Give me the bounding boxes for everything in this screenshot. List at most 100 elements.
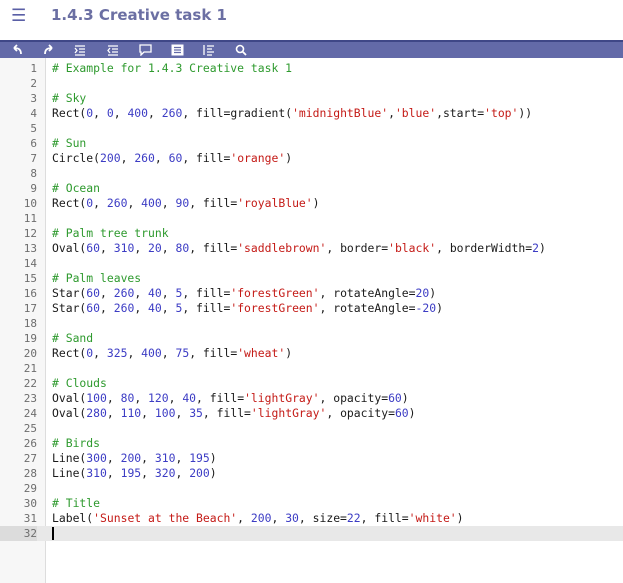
indent-icon[interactable]: [71, 42, 89, 58]
code-text[interactable]: # Clouds: [52, 376, 107, 391]
code-token: 310: [113, 241, 135, 255]
code-token: ,: [141, 406, 155, 420]
code-text[interactable]: # Title: [52, 496, 100, 511]
format-icon[interactable]: [168, 42, 186, 58]
code-token: ,: [113, 106, 128, 120]
code-text[interactable]: # Sun: [52, 136, 86, 151]
code-token: ,: [388, 106, 395, 120]
code-text[interactable]: # Palm leaves: [52, 271, 141, 286]
code-line[interactable]: 4 Rect(0, 0, 400, 260, fill=gradient('mid…: [0, 106, 623, 121]
code-token: 'white': [408, 511, 457, 525]
hamburger-menu-icon[interactable]: ☰: [11, 8, 26, 25]
code-token: ,: [100, 301, 114, 315]
code-line[interactable]: 14: [0, 256, 623, 271]
text-cursor: [52, 527, 54, 540]
code-token: 60: [86, 286, 101, 300]
code-token: ,: [175, 466, 190, 480]
code-text[interactable]: Oval(280, 110, 100, 35, fill='lightGray'…: [52, 406, 416, 421]
code-line[interactable]: 5: [0, 121, 623, 136]
code-line[interactable]: 13 Oval(60, 310, 20, 80, fill='saddlebrow…: [0, 241, 623, 256]
code-line[interactable]: 30 # Title: [0, 496, 623, 511]
code-token: -20: [415, 301, 437, 315]
code-line[interactable]: 10 Rect(0, 260, 400, 90, fill='royalBlue'…: [0, 196, 623, 211]
code-line[interactable]: 27 Line(300, 200, 310, 195): [0, 451, 623, 466]
code-token: ,: [168, 391, 183, 405]
code-text[interactable]: Circle(200, 260, 60, fill='orange'): [52, 151, 292, 166]
fold-icon[interactable]: [200, 42, 218, 58]
code-line[interactable]: 12 # Palm tree trunk: [0, 226, 623, 241]
search-icon[interactable]: [232, 42, 250, 58]
code-text[interactable]: Oval(60, 310, 20, 80, fill='saddlebrown'…: [52, 241, 546, 256]
code-token: 90: [175, 196, 190, 210]
code-token: 100: [154, 406, 176, 420]
code-line[interactable]: 17 Star(60, 260, 40, 5, fill='forestGreen…: [0, 301, 623, 316]
code-text[interactable]: Star(60, 260, 40, 5, fill='forestGreen',…: [52, 286, 436, 301]
code-token: ,: [237, 511, 251, 525]
code-text[interactable]: # Ocean: [52, 181, 100, 196]
code-line[interactable]: 8: [0, 166, 623, 181]
code-line[interactable]: 31 Label('Sunset at the Beach', 200, 30, …: [0, 511, 623, 526]
code-token: 60: [86, 301, 101, 315]
outdent-icon[interactable]: [104, 42, 122, 58]
code-line[interactable]: 9 # Ocean: [0, 181, 623, 196]
code-token: ,: [93, 196, 107, 210]
code-line[interactable]: 6 # Sun: [0, 136, 623, 151]
code-line[interactable]: 23 Oval(100, 80, 120, 40, fill='lightGray…: [0, 391, 623, 406]
code-line[interactable]: 22 # Clouds: [0, 376, 623, 391]
code-line[interactable]: 2: [0, 76, 623, 91]
code-line[interactable]: 24 Oval(280, 110, 100, 35, fill='lightGra…: [0, 406, 623, 421]
code-line[interactable]: 1 # Example for 1.4.3 Creative task 1: [0, 61, 623, 76]
code-line[interactable]: 28 Line(310, 195, 320, 200): [0, 466, 623, 481]
code-token: 310: [154, 451, 176, 465]
code-line[interactable]: 3 # Sky: [0, 91, 623, 106]
code-token: ,: [271, 511, 286, 525]
line-number: 22: [23, 377, 37, 390]
code-text[interactable]: # Sand: [52, 331, 93, 346]
code-text[interactable]: Line(310, 195, 320, 200): [52, 466, 217, 481]
code-line[interactable]: 11: [0, 211, 623, 226]
code-text[interactable]: # Birds: [52, 436, 100, 451]
code-editor[interactable]: 1 # Example for 1.4.3 Creative task 1 2 3 # …: [0, 58, 623, 583]
code-text[interactable]: Oval(100, 80, 120, 40, fill='lightGray',…: [52, 391, 409, 406]
code-text[interactable]: # Example for 1.4.3 Creative task 1: [52, 61, 292, 76]
code-text[interactable]: Star(60, 260, 40, 5, fill='forestGreen',…: [52, 301, 443, 316]
code-text[interactable]: Label('Sunset at the Beach', 200, 30, si…: [52, 511, 464, 526]
code-text[interactable]: # Palm tree trunk: [52, 226, 169, 241]
code-text[interactable]: Rect(0, 260, 400, 90, fill='royalBlue'): [52, 196, 320, 211]
code-token: # Palm tree trunk: [52, 226, 169, 240]
code-token: 60: [388, 391, 402, 405]
code-text[interactable]: Line(300, 200, 310, 195): [52, 451, 217, 466]
line-number: 13: [23, 242, 37, 255]
code-line[interactable]: 29: [0, 481, 623, 496]
code-text[interactable]: [52, 526, 54, 541]
code-text[interactable]: # Sky: [52, 91, 86, 106]
code-token: 310: [86, 466, 107, 480]
code-line[interactable]: 18: [0, 316, 623, 331]
code-token: 'lightGray': [250, 406, 327, 420]
line-number: 18: [23, 317, 37, 330]
code-line[interactable]: 32: [0, 526, 623, 541]
code-line[interactable]: 7 Circle(200, 260, 60, fill='orange'): [0, 151, 623, 166]
code-line[interactable]: 20 Rect(0, 325, 400, 75, fill='wheat'): [0, 346, 623, 361]
code-token: , fill=gradient(: [182, 106, 293, 120]
redo-icon[interactable]: [40, 42, 58, 58]
code-token: ,: [93, 106, 107, 120]
code-token: 'lightGray': [244, 391, 320, 405]
code-line[interactable]: 21: [0, 361, 623, 376]
code-line[interactable]: 25: [0, 421, 623, 436]
code-line[interactable]: 16 Star(60, 260, 40, 5, fill='forestGreen…: [0, 286, 623, 301]
code-line[interactable]: 26 # Birds: [0, 436, 623, 451]
comment-icon[interactable]: [136, 42, 154, 58]
code-token: 195: [189, 451, 210, 465]
code-token: , fill=: [360, 511, 409, 525]
code-token: , fill=: [189, 241, 238, 255]
code-line[interactable]: 15 # Palm leaves: [0, 271, 623, 286]
code-lines[interactable]: 1 # Example for 1.4.3 Creative task 1 2 3 # …: [0, 61, 623, 541]
undo-icon[interactable]: [8, 42, 26, 58]
code-text[interactable]: Rect(0, 325, 400, 75, fill='wheat'): [52, 346, 292, 361]
code-text[interactable]: Rect(0, 0, 400, 260, fill=gradient('midn…: [52, 106, 532, 121]
code-token: ,: [161, 301, 176, 315]
code-line[interactable]: 19 # Sand: [0, 331, 623, 346]
code-token: ,: [120, 151, 135, 165]
code-token: ,: [106, 406, 121, 420]
